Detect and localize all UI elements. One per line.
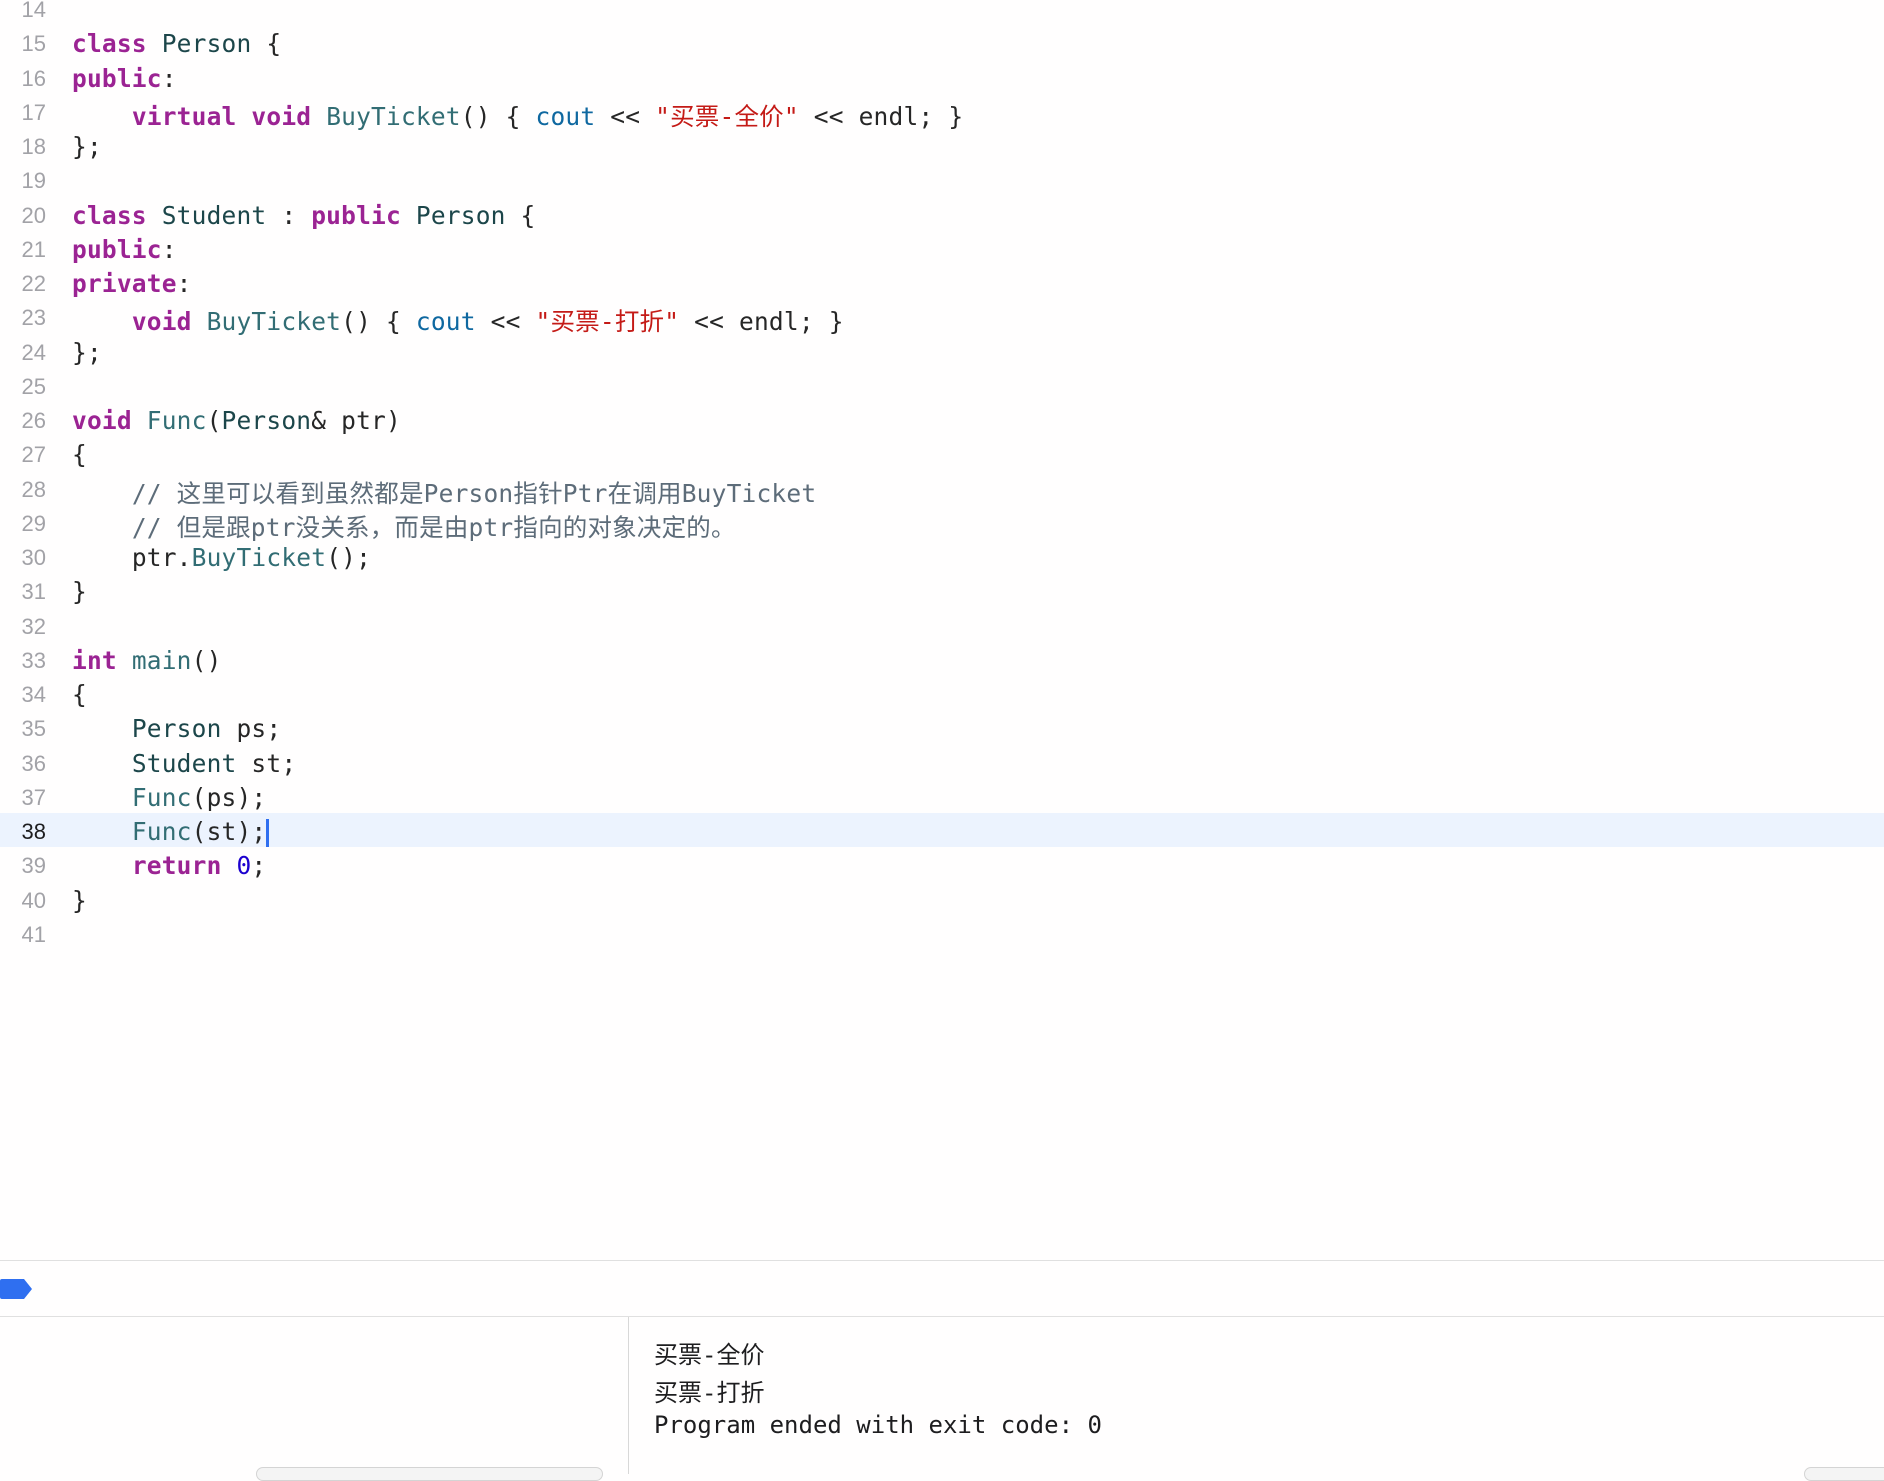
code-line[interactable]: 23 void BuyTicket() { cout << "买票-打折" <<… xyxy=(0,299,1884,336)
code-line[interactable]: 37 Func(ps); xyxy=(0,779,1884,813)
line-number[interactable]: 20 xyxy=(0,203,46,229)
code-text[interactable]: { xyxy=(72,440,87,469)
breakpoint-arrow-icon[interactable] xyxy=(0,1279,32,1299)
code-text[interactable]: ptr.BuyTicket(); xyxy=(72,543,371,572)
variables-view[interactable] xyxy=(0,1317,628,1474)
current-line[interactable]: 38 Func(st); xyxy=(0,813,1884,847)
line-number[interactable]: 31 xyxy=(0,579,46,605)
line-number[interactable]: 36 xyxy=(0,751,46,777)
code-text[interactable]: }; xyxy=(72,338,102,367)
console-output[interactable]: 买票-全价 买票-打折 Program ended with exit code… xyxy=(629,1317,1884,1474)
code-text[interactable]: void Func(Person& ptr) xyxy=(72,406,401,435)
line-number[interactable]: 19 xyxy=(0,168,46,194)
code-text[interactable]: class Student : public Person { xyxy=(72,201,536,230)
code-line[interactable]: 18}; xyxy=(0,128,1884,162)
line-number[interactable]: 21 xyxy=(0,237,46,263)
line-number[interactable]: 17 xyxy=(0,100,46,126)
debug-bar xyxy=(0,1261,1884,1316)
code-line[interactable]: 26 void Func(Person& ptr) xyxy=(0,402,1884,436)
code-editor[interactable]: 14 15 class Person {16 public: 17 virtual vo… xyxy=(0,0,1884,1260)
code-text[interactable]: { xyxy=(72,680,87,709)
code-line[interactable]: 41 xyxy=(0,916,1884,950)
line-number[interactable]: 28 xyxy=(0,477,46,503)
code-line[interactable]: 22 private: xyxy=(0,265,1884,299)
line-number[interactable]: 33 xyxy=(0,648,46,674)
code-text[interactable]: return 0; xyxy=(72,851,266,880)
code-line[interactable]: 31} xyxy=(0,573,1884,607)
code-line[interactable]: 25 xyxy=(0,368,1884,402)
code-text[interactable]: Person ps; xyxy=(72,714,281,743)
code-line[interactable]: 32 xyxy=(0,608,1884,642)
code-line[interactable]: 40} xyxy=(0,882,1884,916)
code-text[interactable]: }; xyxy=(72,132,102,161)
code-text[interactable]: } xyxy=(72,886,87,915)
code-line[interactable]: 34 { xyxy=(0,676,1884,710)
text-cursor xyxy=(266,819,270,847)
console-line: Program ended with exit code: 0 xyxy=(654,1411,1102,1439)
code-line[interactable]: 33 int main() xyxy=(0,642,1884,676)
variables-scrollbar[interactable] xyxy=(256,1467,603,1481)
code-line[interactable]: 27 { xyxy=(0,436,1884,470)
code-text[interactable]: } xyxy=(72,577,87,606)
code-text[interactable]: int main() xyxy=(72,646,222,675)
code-line[interactable]: 21 public: xyxy=(0,231,1884,265)
line-number[interactable]: 29 xyxy=(0,511,46,537)
code-line[interactable]: 16 public: xyxy=(0,60,1884,94)
code-line[interactable]: 24}; xyxy=(0,334,1884,368)
code-line[interactable]: 15 class Person { xyxy=(0,25,1884,59)
line-number[interactable]: 25 xyxy=(0,374,46,400)
console-line: 买票-全价 xyxy=(654,1341,765,1369)
line-number[interactable]: 15 xyxy=(0,31,46,57)
line-number[interactable]: 32 xyxy=(0,614,46,640)
line-number[interactable]: 22 xyxy=(0,271,46,297)
line-number[interactable]: 34 xyxy=(0,682,46,708)
code-text[interactable]: Student st; xyxy=(72,749,296,778)
line-number[interactable]: 14 xyxy=(0,0,46,23)
line-number[interactable]: 37 xyxy=(0,785,46,811)
code-text[interactable]: private: xyxy=(72,269,192,298)
code-line[interactable]: 28 // 这里可以看到虽然都是Person指针Ptr在调用BuyTicket xyxy=(0,471,1884,508)
line-number[interactable]: 35 xyxy=(0,716,46,742)
code-line[interactable]: 29 // 但是跟ptr没关系，而是由ptr指向的对象决定的。 xyxy=(0,505,1884,542)
line-number[interactable]: 23 xyxy=(0,305,46,331)
code-line[interactable]: 19 xyxy=(0,162,1884,196)
code-text[interactable]: public: xyxy=(72,64,177,93)
code-text[interactable]: public: xyxy=(72,235,177,264)
line-number[interactable]: 16 xyxy=(0,66,46,92)
line-number[interactable]: 26 xyxy=(0,408,46,434)
line-number[interactable]: 30 xyxy=(0,545,46,571)
code-line[interactable]: 35 Person ps; xyxy=(0,710,1884,744)
line-number[interactable]: 40 xyxy=(0,888,46,914)
line-number[interactable]: 18 xyxy=(0,134,46,160)
line-number[interactable]: 39 xyxy=(0,853,46,879)
line-number[interactable]: 38 xyxy=(0,819,46,845)
code-text[interactable]: Func(st); xyxy=(72,817,270,847)
code-line[interactable]: 30 ptr.BuyTicket(); xyxy=(0,539,1884,573)
code-line[interactable]: 14 xyxy=(0,0,1884,25)
code-line[interactable]: 17 virtual void BuyTicket() { cout << "买… xyxy=(0,94,1884,131)
code-line[interactable]: 36 Student st; xyxy=(0,745,1884,779)
console-scrollbar[interactable] xyxy=(1804,1467,1884,1481)
line-number[interactable]: 27 xyxy=(0,442,46,468)
line-number[interactable]: 24 xyxy=(0,340,46,366)
code-text[interactable]: Func(ps); xyxy=(72,783,266,812)
code-line[interactable]: 20 class Student : public Person { xyxy=(0,197,1884,231)
code-text[interactable]: class Person { xyxy=(72,29,281,58)
console-line: 买票-打折 xyxy=(654,1379,765,1407)
code-line[interactable]: 39 return 0; xyxy=(0,847,1884,881)
line-number[interactable]: 41 xyxy=(0,922,46,948)
